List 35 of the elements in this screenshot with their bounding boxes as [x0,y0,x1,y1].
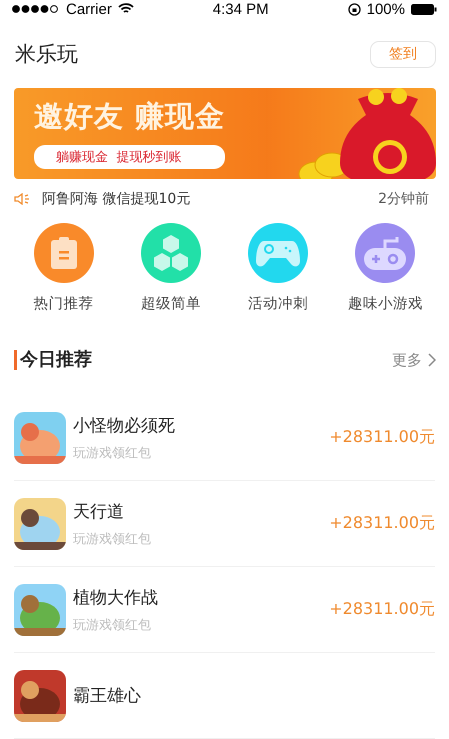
wifi-icon [118,3,134,16]
more-link[interactable]: 更多 [392,350,436,370]
clock-time: 4:34 PM [212,0,269,18]
chevron-right-icon [428,353,436,367]
category-label[interactable]: 热门推荐 [34,294,94,313]
game-subtitle: 玩游戏领红包 [73,616,152,634]
banner-headline: 邀好友 赚现金 [34,98,226,136]
category-label[interactable]: 超级简单 [140,294,201,313]
category-label[interactable]: 趣味小游戏 [348,294,423,313]
game-name[interactable]: 小怪物必须死 [73,414,330,436]
battery-icon [411,4,437,15]
reward-amount: +28311.00元 [329,427,435,448]
withdrawal-notice: 阿鲁阿海 微信提现10元 [42,190,192,208]
speaker-icon [14,193,30,206]
category-label[interactable]: 活动冲刺 [248,294,308,313]
reward-amount: +28311.00元 [329,513,435,534]
game-subtitle: 玩游戏领红包 [73,530,152,548]
battery-percent: 100% [366,0,405,18]
game-name[interactable]: 天行道 [73,500,330,522]
signal-icon [12,5,60,14]
hexagons-icon [152,235,190,271]
clipboard-icon [50,237,77,269]
rotation-lock-icon [348,2,361,16]
gamepad-icon [364,236,406,270]
game-subtitle: 玩游戏领红包 [73,444,152,462]
game-name[interactable]: 霸王雄心 [73,684,435,707]
section-title: 今日推荐 [14,350,92,370]
game-name[interactable]: 植物大作战 [73,586,330,608]
promo-banner[interactable]: 邀好友 赚现金 躺赚现金 提现秒到账 [14,88,436,179]
reward-amount: +28311.00元 [329,599,435,620]
notice-time: 2分钟前 [378,190,429,208]
gamepad-icon [256,239,300,267]
carrier-name: Carrier [66,0,112,18]
banner-tagline: 躺赚现金 提现秒到账 [34,145,226,170]
app-title: 米乐玩 [15,41,78,68]
